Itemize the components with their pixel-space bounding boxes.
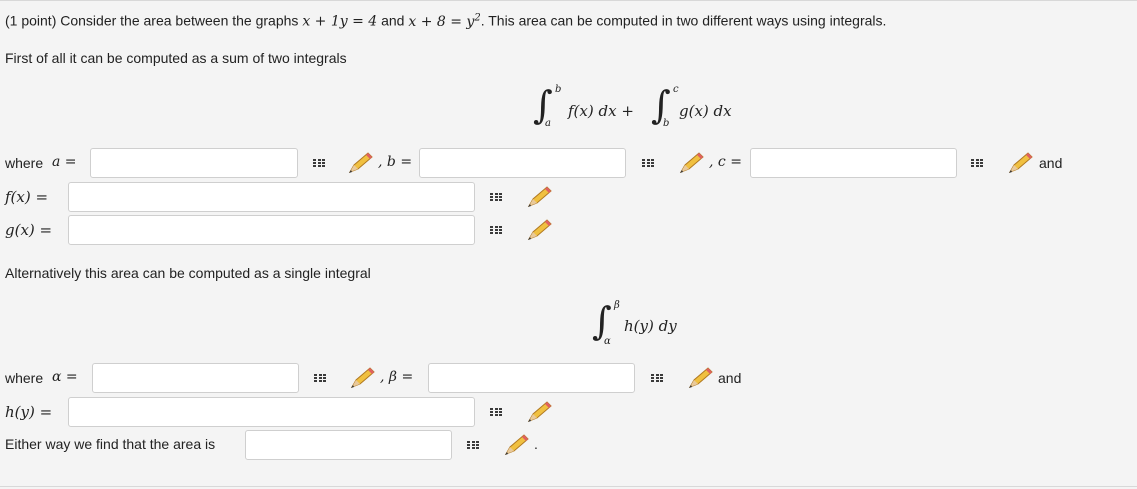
problem-statement: (1 point) Consider the area between the … — [5, 12, 886, 30]
upper-limit-2: c — [673, 84, 679, 95]
part2-sentence: Alternatively this area can be computed … — [5, 265, 371, 281]
h-label: h(y) = — [5, 403, 53, 421]
c-input[interactable] — [750, 148, 957, 178]
g-label: g(x) = — [5, 221, 53, 239]
bottom-border — [0, 486, 1137, 487]
a-label: a = — [52, 154, 77, 170]
integral-sign-3: ∫ — [592, 299, 612, 343]
equation-2: x + 8 = y2 — [408, 12, 481, 30]
final-sentence: Either way we find that the area is — [5, 436, 216, 452]
pencil-icon[interactable] — [677, 151, 705, 175]
and-label-1: and — [1039, 155, 1063, 171]
matrix-grid-icon[interactable] — [313, 373, 327, 386]
lower-limit-alpha: α — [604, 336, 611, 347]
equation-1: x + 1y = 4 — [302, 13, 378, 30]
and-text: and — [381, 12, 405, 29]
c-label: , c = — [709, 154, 742, 170]
integrand-h: h(y) dy — [624, 317, 677, 335]
beta-label: , β = — [380, 369, 414, 385]
final-period: . — [534, 436, 538, 452]
f-label: f(x) = — [5, 188, 49, 206]
pencil-icon[interactable] — [346, 151, 374, 175]
where-label: where — [5, 155, 44, 171]
matrix-grid-icon[interactable] — [489, 225, 503, 238]
part1-sentence: First of all it can be computed as a sum… — [5, 50, 347, 66]
matrix-grid-icon[interactable] — [641, 158, 655, 171]
pencil-icon[interactable] — [525, 400, 553, 424]
and-label-2: and — [718, 370, 742, 386]
matrix-grid-icon[interactable] — [970, 158, 984, 171]
area-input[interactable] — [245, 430, 452, 460]
pencil-icon[interactable] — [525, 218, 553, 242]
pencil-icon[interactable] — [502, 433, 530, 457]
pencil-icon[interactable] — [525, 185, 553, 209]
alpha-label: α = — [52, 369, 78, 385]
b-input[interactable] — [419, 148, 626, 178]
integrand-1: f(x) dx + — [568, 102, 634, 120]
matrix-grid-icon[interactable] — [312, 158, 326, 171]
intro-text-end: . This area can be computed in two diffe… — [480, 12, 887, 29]
intro-text: Consider the area between the graphs — [60, 12, 299, 29]
matrix-grid-icon[interactable] — [489, 192, 503, 205]
pencil-icon[interactable] — [686, 366, 714, 390]
where-label-2: where — [5, 370, 44, 386]
h-input[interactable] — [68, 397, 475, 427]
alpha-input[interactable] — [92, 363, 299, 393]
upper-limit-beta: β — [614, 300, 620, 311]
upper-limit-1: b — [555, 84, 562, 95]
b-label: , b = — [378, 154, 413, 170]
lower-limit-1: a — [545, 118, 551, 129]
integral-sum-display: ∫ b a f(x) dx + ∫ c b g(x) dx — [533, 84, 753, 134]
lower-limit-2: b — [663, 118, 670, 129]
matrix-grid-icon[interactable] — [489, 407, 503, 420]
beta-input[interactable] — [428, 363, 635, 393]
pencil-icon[interactable] — [1006, 151, 1034, 175]
matrix-grid-icon[interactable] — [650, 373, 664, 386]
a-input[interactable] — [90, 148, 298, 178]
g-input[interactable] — [68, 215, 475, 245]
integrand-2: g(x) dx — [679, 102, 732, 120]
top-border — [0, 0, 1137, 1]
matrix-grid-icon[interactable] — [466, 440, 480, 453]
pencil-icon[interactable] — [348, 366, 376, 390]
f-input[interactable] — [68, 182, 475, 212]
single-integral-display: ∫ β α h(y) dy — [592, 300, 702, 350]
points-label: (1 point) — [5, 12, 57, 29]
